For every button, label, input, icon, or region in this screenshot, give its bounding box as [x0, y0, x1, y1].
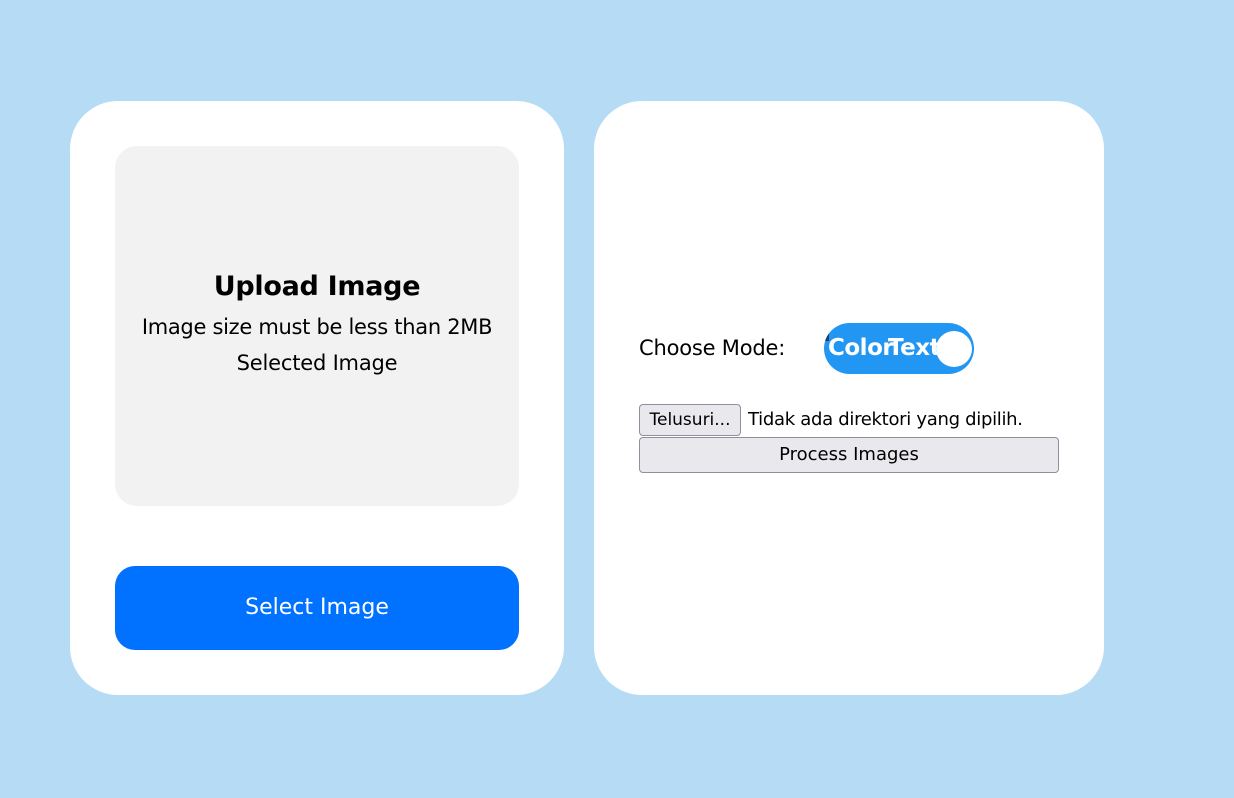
- process-images-button[interactable]: Process Images: [639, 437, 1059, 473]
- choose-mode-label: Choose Mode:: [639, 336, 786, 360]
- select-image-button[interactable]: Select Image: [115, 566, 519, 650]
- upload-title: Upload Image: [213, 271, 421, 302]
- mode-toggle-switch[interactable]: Color Text: [824, 323, 974, 374]
- toggle-option-text: Text: [888, 335, 941, 361]
- file-input-status: Tidak ada direktori yang dipilih.: [748, 409, 1023, 430]
- process-card: Choose Mode: Color Text Telusuri... Tida…: [594, 101, 1104, 695]
- upload-drop-area[interactable]: Upload Image Image size must be less tha…: [115, 146, 519, 506]
- upload-size-note: Image size must be less than 2MB: [141, 315, 493, 339]
- selected-image-label: Selected Image: [236, 351, 398, 375]
- browse-directory-button[interactable]: Telusuri...: [639, 404, 741, 436]
- toggle-knob[interactable]: [936, 331, 972, 367]
- upload-card: Upload Image Image size must be less tha…: [70, 101, 564, 695]
- toggle-option-color: Color: [828, 335, 894, 361]
